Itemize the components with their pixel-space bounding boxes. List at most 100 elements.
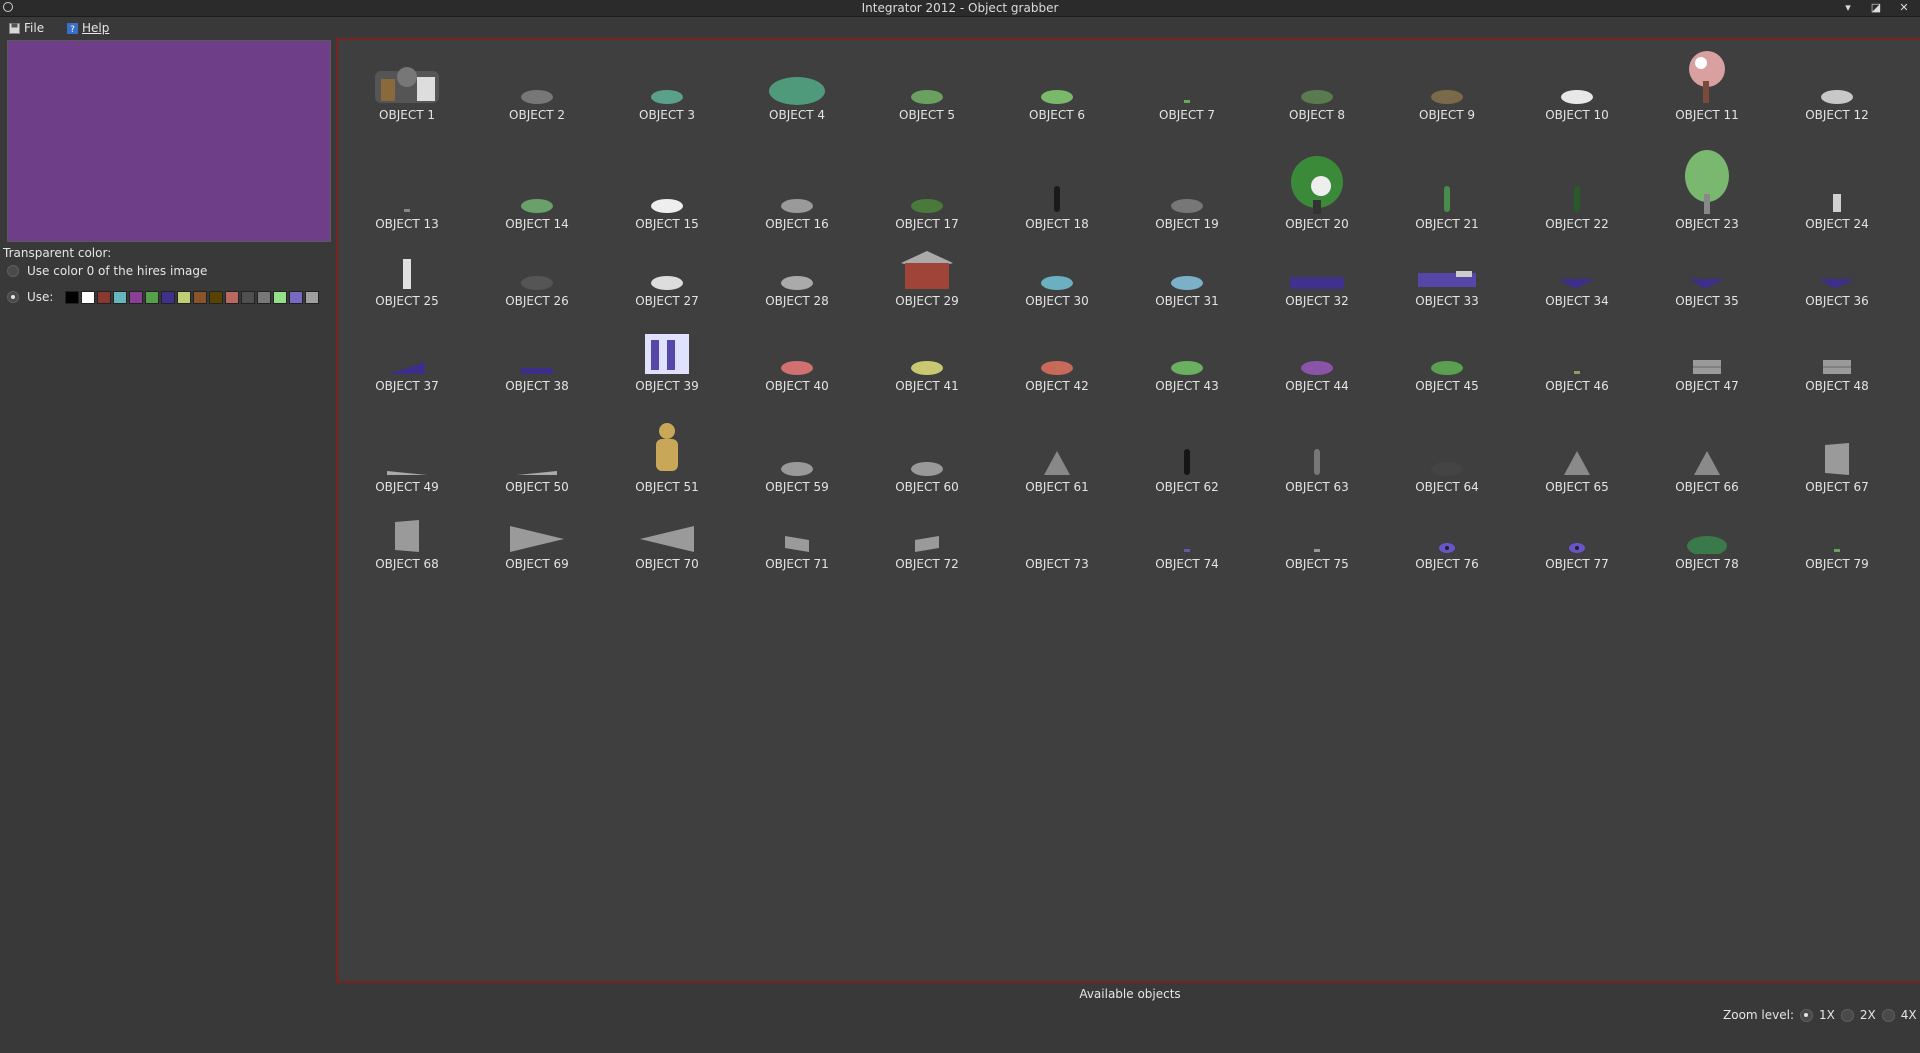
object-tile[interactable]: OBJECT 37: [352, 358, 462, 393]
maximize-icon[interactable]: ◪: [1866, 0, 1886, 15]
object-tile[interactable]: OBJECT 62: [1132, 447, 1242, 494]
palette-swatch[interactable]: [161, 290, 176, 304]
object-tile[interactable]: OBJECT 67: [1782, 441, 1892, 494]
object-tile[interactable]: OBJECT 12: [1782, 85, 1892, 122]
object-tile[interactable]: OBJECT 68: [352, 518, 462, 571]
palette-swatch[interactable]: [145, 290, 160, 304]
object-tile[interactable]: OBJECT 42: [1002, 356, 1112, 393]
object-tile[interactable]: OBJECT 73: [1002, 548, 1112, 571]
palette-swatch[interactable]: [257, 290, 272, 304]
menu-help[interactable]: ? Help: [67, 20, 109, 36]
object-tile[interactable]: OBJECT 70: [612, 524, 722, 571]
palette-swatch[interactable]: [225, 290, 240, 304]
zoom-radio-1x[interactable]: [1800, 1008, 1813, 1022]
object-tile[interactable]: OBJECT 43: [1132, 356, 1242, 393]
object-tile[interactable]: OBJECT 25: [352, 257, 462, 308]
object-tile[interactable]: OBJECT 51: [612, 419, 722, 494]
palette-swatch[interactable]: [65, 290, 80, 304]
object-tile[interactable]: OBJECT 76: [1392, 542, 1502, 571]
close-icon[interactable]: ✕: [1894, 0, 1914, 15]
option-hires-row[interactable]: Use color 0 of the hires image: [7, 264, 207, 278]
palette-swatch[interactable]: [193, 290, 208, 304]
object-tile[interactable]: OBJECT 18: [1002, 184, 1112, 231]
object-tile[interactable]: OBJECT 14: [482, 194, 592, 231]
object-tile[interactable]: OBJECT 33: [1392, 267, 1502, 308]
object-tile[interactable]: OBJECT 28: [742, 271, 852, 308]
palette-swatch[interactable]: [81, 290, 96, 304]
object-tile[interactable]: OBJECT 7: [1132, 97, 1242, 122]
object-tile[interactable]: OBJECT 66: [1652, 449, 1762, 494]
object-tile[interactable]: OBJECT 21: [1392, 184, 1502, 231]
palette-swatch[interactable]: [241, 290, 256, 304]
palette-swatch[interactable]: [209, 290, 224, 304]
object-tile[interactable]: OBJECT 16: [742, 194, 852, 231]
object-tile[interactable]: OBJECT 39: [612, 330, 722, 393]
object-tile[interactable]: OBJECT 79: [1782, 546, 1892, 571]
object-tile[interactable]: OBJECT 38: [482, 366, 592, 393]
object-tile[interactable]: OBJECT 61: [1002, 449, 1112, 494]
object-tile[interactable]: OBJECT 13: [352, 206, 462, 231]
object-tile[interactable]: OBJECT 1: [352, 57, 462, 122]
object-tile[interactable]: OBJECT 44: [1262, 356, 1372, 393]
radio-hires[interactable]: [7, 265, 19, 277]
object-tile[interactable]: OBJECT 71: [742, 534, 852, 571]
object-tile[interactable]: OBJECT 3: [612, 85, 722, 122]
object-tile[interactable]: OBJECT 30: [1002, 271, 1112, 308]
object-tile[interactable]: OBJECT 31: [1132, 271, 1242, 308]
object-tile[interactable]: OBJECT 59: [742, 457, 852, 494]
palette-swatch[interactable]: [305, 290, 320, 304]
object-tile[interactable]: OBJECT 17: [872, 194, 982, 231]
object-tile[interactable]: OBJECT 11: [1652, 49, 1762, 122]
object-tile[interactable]: OBJECT 45: [1392, 356, 1502, 393]
object-tile[interactable]: OBJECT 24: [1782, 192, 1892, 231]
object-tile[interactable]: OBJECT 19: [1132, 194, 1242, 231]
object-tile[interactable]: OBJECT 10: [1522, 85, 1632, 122]
object-tile[interactable]: OBJECT 69: [482, 524, 592, 571]
palette-swatch[interactable]: [97, 290, 112, 304]
object-tile[interactable]: OBJECT 15: [612, 194, 722, 231]
object-tile[interactable]: OBJECT 22: [1522, 184, 1632, 231]
minimize-icon[interactable]: ▾: [1838, 0, 1858, 15]
menu-file[interactable]: File: [9, 20, 44, 36]
object-tile[interactable]: OBJECT 50: [482, 469, 592, 494]
object-tile[interactable]: OBJECT 40: [742, 356, 852, 393]
object-tile[interactable]: OBJECT 23: [1652, 150, 1762, 231]
object-tile[interactable]: OBJECT 20: [1262, 156, 1372, 231]
object-tile[interactable]: OBJECT 64: [1392, 457, 1502, 494]
object-tile[interactable]: OBJECT 35: [1652, 275, 1762, 308]
zoom-radio-2x[interactable]: [1840, 1008, 1854, 1022]
object-tile[interactable]: OBJECT 49: [352, 469, 462, 494]
palette-swatch[interactable]: [113, 290, 128, 304]
object-tile[interactable]: OBJECT 9: [1392, 85, 1502, 122]
object-tile[interactable]: OBJECT 63: [1262, 447, 1372, 494]
palette-swatch[interactable]: [129, 290, 144, 304]
object-tile[interactable]: OBJECT 78: [1652, 532, 1762, 571]
object-tile[interactable]: OBJECT 47: [1652, 358, 1762, 393]
object-tile[interactable]: OBJECT 2: [482, 85, 592, 122]
object-tile[interactable]: OBJECT 60: [872, 457, 982, 494]
object-tile[interactable]: OBJECT 74: [1132, 546, 1242, 571]
object-tile[interactable]: OBJECT 65: [1522, 449, 1632, 494]
object-tile[interactable]: OBJECT 34: [1522, 275, 1632, 308]
radio-use[interactable]: [7, 291, 19, 303]
object-tile[interactable]: OBJECT 5: [872, 85, 982, 122]
object-tile[interactable]: OBJECT 72: [872, 534, 982, 571]
object-tile[interactable]: OBJECT 46: [1522, 368, 1632, 393]
object-tile[interactable]: OBJECT 29: [872, 249, 982, 308]
object-tile[interactable]: OBJECT 8: [1262, 85, 1372, 122]
option-use-row[interactable]: Use:: [7, 290, 320, 304]
palette-swatch[interactable]: [273, 290, 288, 304]
palette-swatch[interactable]: [177, 290, 192, 304]
palette-swatch[interactable]: [289, 290, 304, 304]
object-tile[interactable]: OBJECT 6: [1002, 85, 1112, 122]
object-tile[interactable]: OBJECT 32: [1262, 273, 1372, 308]
object-tile[interactable]: OBJECT 27: [612, 271, 722, 308]
object-tile[interactable]: OBJECT 26: [482, 271, 592, 308]
object-tile[interactable]: OBJECT 48: [1782, 358, 1892, 393]
object-tile[interactable]: OBJECT 77: [1522, 542, 1632, 571]
object-tile[interactable]: OBJECT 41: [872, 356, 982, 393]
zoom-radio-4x[interactable]: [1881, 1008, 1895, 1022]
object-tile[interactable]: OBJECT 75: [1262, 546, 1372, 571]
object-tile[interactable]: OBJECT 4: [742, 73, 852, 122]
object-tile[interactable]: OBJECT 36: [1782, 275, 1892, 308]
